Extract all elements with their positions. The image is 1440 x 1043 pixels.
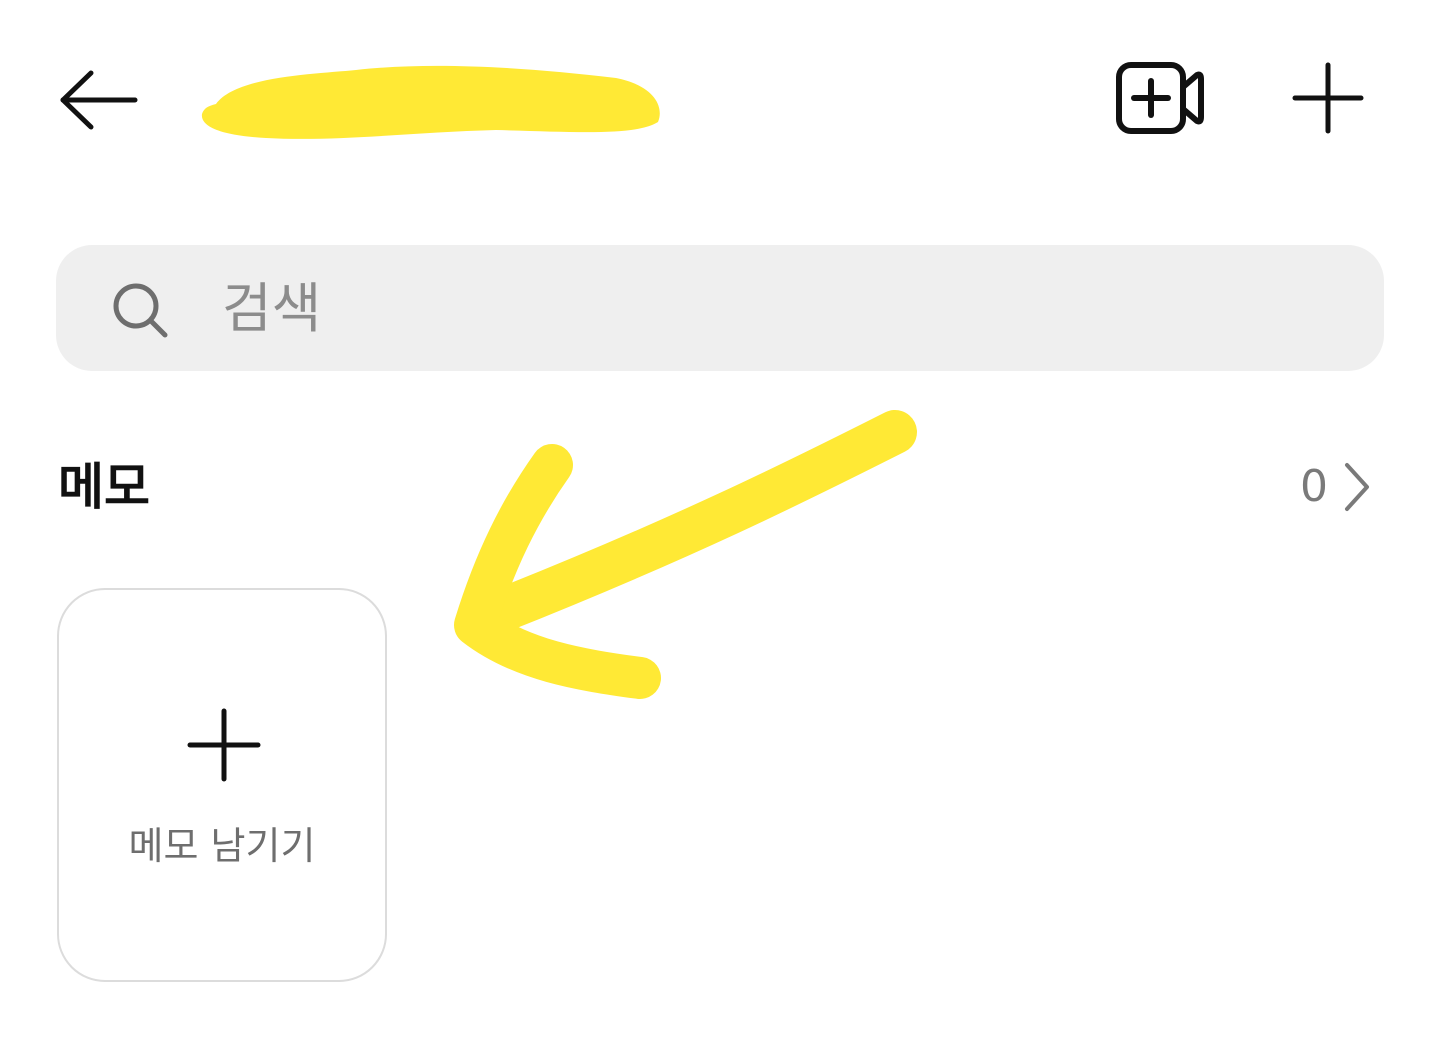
search-icon bbox=[113, 283, 168, 338]
chevron-right-icon bbox=[1345, 463, 1369, 511]
plus-icon bbox=[187, 708, 261, 782]
redaction-mark bbox=[201, 65, 660, 139]
memo-section-title: 메모 bbox=[58, 458, 150, 516]
video-call-add-icon bbox=[1116, 62, 1204, 134]
search-input[interactable] bbox=[222, 262, 1342, 354]
back-button[interactable] bbox=[52, 62, 144, 138]
page: 메모 0 메모 남기기 bbox=[0, 0, 1440, 1043]
memo-count: 0 bbox=[1300, 461, 1328, 512]
memo-count-link[interactable]: 0 bbox=[1290, 452, 1380, 522]
new-message-button[interactable] bbox=[1286, 58, 1370, 138]
video-call-button[interactable] bbox=[1112, 58, 1208, 138]
plus-icon bbox=[1292, 62, 1364, 134]
arrow-left-icon bbox=[60, 70, 138, 130]
add-memo-card[interactable]: 메모 남기기 bbox=[57, 588, 387, 982]
add-memo-label: 메모 남기기 bbox=[128, 824, 316, 868]
account-title[interactable] bbox=[196, 56, 666, 146]
